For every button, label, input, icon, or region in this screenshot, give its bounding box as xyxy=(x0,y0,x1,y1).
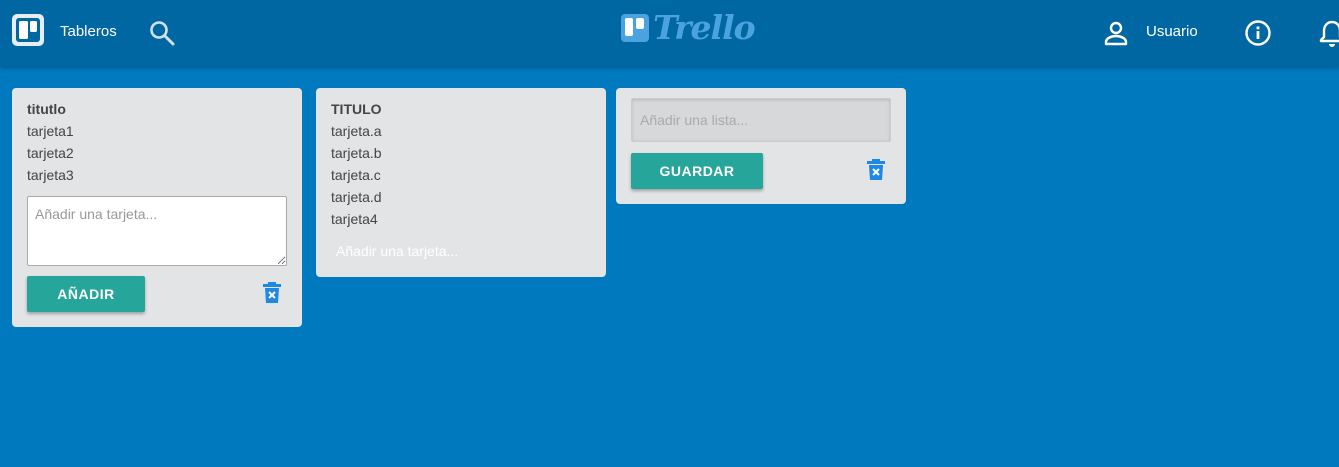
list-card[interactable]: tarjeta4 xyxy=(331,211,378,227)
add-card-button[interactable]: AÑADIR xyxy=(27,276,145,312)
info-icon[interactable] xyxy=(1243,18,1273,48)
list-card[interactable]: tarjeta2 xyxy=(27,145,74,161)
top-bar: Tableros Trello Usuario xyxy=(0,0,1339,66)
new-list-form: GUARDAR xyxy=(616,88,906,204)
bell-icon[interactable] xyxy=(1318,18,1339,48)
list-title[interactable]: TITULO xyxy=(331,101,382,117)
trello-logo-icon xyxy=(621,14,649,42)
list-column: titutlo tarjeta1 tarjeta2 tarjeta3 AÑADI… xyxy=(12,88,302,327)
boards-link[interactable]: Tableros xyxy=(60,23,117,40)
list-card[interactable]: tarjeta3 xyxy=(27,167,74,183)
user-menu-label[interactable]: Usuario xyxy=(1146,23,1198,40)
boards-icon[interactable] xyxy=(12,14,44,46)
list-card[interactable]: tarjeta.d xyxy=(331,189,382,205)
user-icon[interactable] xyxy=(1103,20,1129,46)
list-card[interactable]: tarjeta.a xyxy=(331,123,382,139)
list-card[interactable]: tarjeta.c xyxy=(331,167,381,183)
new-card-textarea[interactable] xyxy=(27,196,287,266)
list-column: TITULO tarjeta.a tarjeta.b tarjeta.c tar… xyxy=(316,88,606,277)
save-list-button[interactable]: GUARDAR xyxy=(631,153,763,189)
add-card-link[interactable]: Añadir una tarjeta... xyxy=(336,243,458,259)
search-icon[interactable] xyxy=(148,19,176,47)
list-card[interactable]: tarjeta.b xyxy=(331,145,382,161)
new-list-input[interactable] xyxy=(631,98,891,142)
trash-icon[interactable] xyxy=(261,281,283,305)
trash-icon[interactable] xyxy=(865,158,887,182)
trello-logo-text: Trello xyxy=(653,8,756,47)
list-title[interactable]: titutlo xyxy=(27,101,66,117)
list-card[interactable]: tarjeta1 xyxy=(27,123,74,139)
